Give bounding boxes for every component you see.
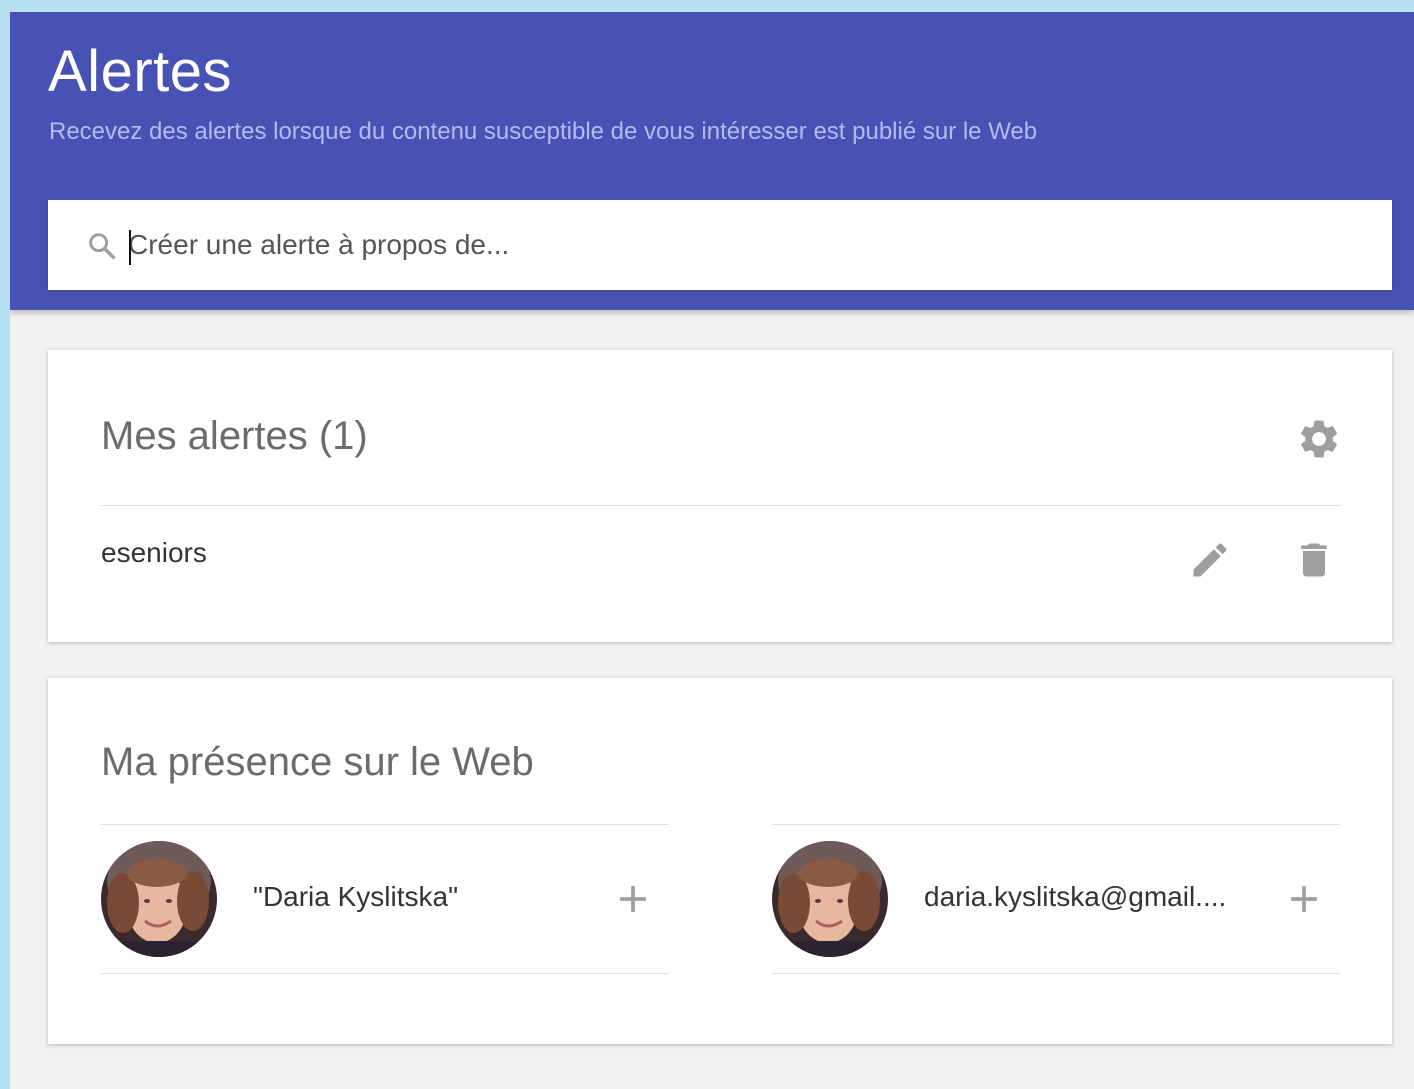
presence-item-name: "Daria Kyslitska" xyxy=(101,824,669,974)
my-alerts-title: Mes alertes (1) xyxy=(101,414,368,458)
gear-icon[interactable] xyxy=(1296,416,1342,462)
page-title: Alertes xyxy=(48,39,233,104)
page-header: Alertes Recevez des alertes lorsque du c… xyxy=(10,12,1414,310)
my-alerts-card: Mes alertes (1) eseniors xyxy=(48,350,1392,642)
alert-item-query[interactable]: eseniors xyxy=(101,536,207,570)
search-bar[interactable] xyxy=(48,200,1392,290)
search-icon xyxy=(89,233,116,260)
trash-icon[interactable] xyxy=(1292,538,1336,582)
plus-icon[interactable] xyxy=(611,877,655,921)
avatar xyxy=(772,841,888,957)
presence-item-email: daria.kyslitska@gmail.... xyxy=(772,824,1340,974)
alerts-divider xyxy=(101,505,1341,506)
text-cursor xyxy=(129,230,131,265)
plus-icon[interactable] xyxy=(1282,877,1326,921)
presence-label-name: "Daria Kyslitska" xyxy=(253,881,459,912)
pencil-icon[interactable] xyxy=(1188,538,1232,582)
web-presence-title: Ma présence sur le Web xyxy=(101,740,534,784)
page-subtitle: Recevez des alertes lorsque du contenu s… xyxy=(49,118,1038,145)
web-presence-card: Ma présence sur le Web "Daria Kyslitska"… xyxy=(48,678,1392,1044)
create-alert-input[interactable] xyxy=(128,222,1348,268)
presence-label-email: daria.kyslitska@gmail.... xyxy=(924,881,1227,912)
avatar xyxy=(101,841,217,957)
alerts-page: Alertes Recevez des alertes lorsque du c… xyxy=(10,12,1414,1089)
